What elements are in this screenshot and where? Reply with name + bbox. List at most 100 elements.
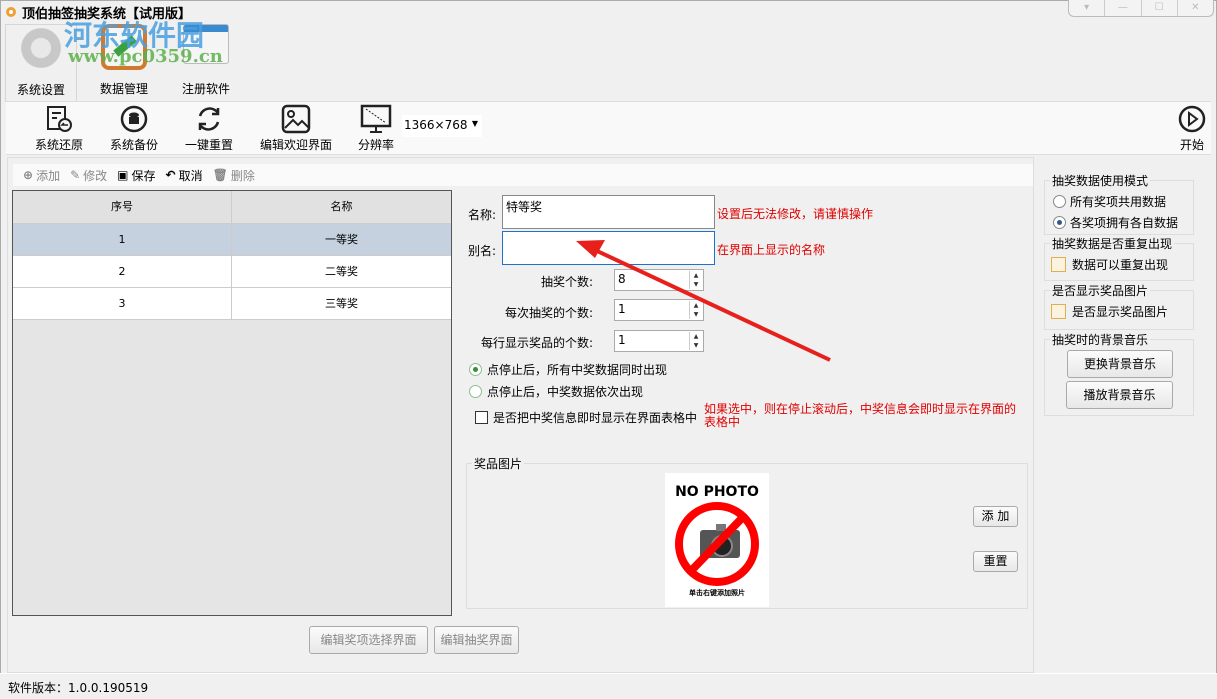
- edit-welcome-button[interactable]: 编辑欢迎界面: [256, 104, 336, 153]
- checkbox-indicator: [1051, 257, 1066, 272]
- floppy-icon: ▣: [117, 168, 129, 182]
- window-controls: ▾ — ☐ ✕: [1068, 0, 1214, 17]
- group-label: 抽奖数据是否重复出现: [1050, 235, 1175, 252]
- cell: 三等奖: [325, 297, 358, 310]
- radio-mode-own[interactable]: 各奖项拥有各自数据: [1053, 214, 1178, 231]
- per-draw-label: 每次抽奖的个数:: [505, 306, 594, 320]
- system-backup-button[interactable]: 系统备份: [107, 104, 161, 153]
- app-logo-icon: [6, 7, 16, 17]
- label: 系统还原: [34, 138, 83, 152]
- delete-button[interactable]: 🗑 删除: [213, 167, 255, 184]
- prize-table: 序号 名称 1 一等奖 2 二等奖 3 三等奖: [12, 190, 452, 616]
- table-row[interactable]: 1 一等奖: [13, 224, 451, 256]
- edit-select-screen-button[interactable]: 编辑奖项选择界面: [309, 626, 428, 654]
- one-click-reset-button[interactable]: 一键重置: [182, 104, 236, 153]
- column-header-name[interactable]: 名称: [232, 191, 451, 223]
- start-button[interactable]: 开始: [1176, 104, 1208, 153]
- show-in-table-checkbox[interactable]: 是否把中奖信息即时显示在界面表格中: [475, 409, 697, 426]
- table-row[interactable]: 3 三等奖: [13, 288, 451, 320]
- change-music-button[interactable]: 更换背景音乐: [1067, 350, 1173, 378]
- chevron-down-icon: ▼: [471, 119, 478, 128]
- spin-arrows-icon[interactable]: ▲ ▼: [689, 301, 702, 319]
- edit-draw-screen-button[interactable]: 编辑抽奖界面: [434, 626, 519, 654]
- edit-button[interactable]: ✎ 修改: [70, 167, 107, 184]
- spin-arrows-icon[interactable]: ▲ ▼: [689, 271, 702, 289]
- radio-show-all[interactable]: 点停止后，所有中奖数据同时出现: [469, 361, 667, 378]
- no-camera-icon: [675, 502, 759, 586]
- label: 删除: [230, 168, 255, 183]
- column-header-index[interactable]: 序号: [13, 191, 232, 223]
- tab-label: 注册软件: [181, 82, 230, 96]
- radio-show-sequential[interactable]: 点停止后，中奖数据依次出现: [469, 383, 643, 400]
- gear-icon: [18, 25, 64, 71]
- show-image-checkbox[interactable]: 是否显示奖品图片: [1051, 303, 1168, 320]
- group-label: 奖品图片: [472, 455, 525, 472]
- label: 添加: [36, 168, 61, 183]
- value: 1: [618, 302, 626, 316]
- status-bar: 软件版本：1.0.0.190519: [0, 673, 1217, 699]
- record-toolbar: ⊕ 添加 ✎ 修改 ▣ 保存 ↶ 取消 🗑 删除: [13, 164, 1033, 186]
- alias-label: 别名:: [468, 244, 497, 258]
- per-row-stepper[interactable]: 1 ▲ ▼: [614, 330, 704, 352]
- draw-count-label: 抽奖个数:: [541, 275, 594, 289]
- radio-mode-shared[interactable]: 所有奖项共用数据: [1053, 193, 1166, 210]
- resolution-value: 1366×768: [404, 118, 468, 132]
- resolution-select[interactable]: 1366×768 ▼: [402, 115, 482, 137]
- radio-indicator: [1053, 195, 1066, 208]
- table-header: 序号 名称: [13, 191, 451, 224]
- alias-input[interactable]: [502, 231, 715, 265]
- label: 点停止后，所有中奖数据同时出现: [487, 363, 668, 377]
- restore-icon: [47, 106, 72, 132]
- photo-add-button[interactable]: 添 加: [973, 506, 1018, 527]
- draw-count-stepper[interactable]: 8 ▲ ▼: [614, 269, 704, 291]
- cell: 一等奖: [325, 233, 358, 246]
- value: 1: [618, 333, 626, 347]
- label: 一键重置: [184, 138, 233, 152]
- play-music-button[interactable]: 播放背景音乐: [1066, 381, 1173, 409]
- system-restore-button[interactable]: 系统还原: [32, 104, 86, 153]
- minimize-button[interactable]: —: [1105, 0, 1142, 16]
- cancel-button[interactable]: ↶ 取消: [166, 167, 203, 184]
- label: 系统备份: [109, 138, 158, 152]
- trash-icon: 🗑: [212, 168, 228, 182]
- value: 8: [618, 272, 626, 286]
- maximize-button[interactable]: ☐: [1142, 0, 1178, 16]
- label: 保存: [131, 168, 156, 183]
- menu-button[interactable]: ▾: [1069, 0, 1106, 16]
- label: 开始: [1179, 138, 1204, 152]
- tab-system-settings[interactable]: 系统设置: [5, 24, 77, 102]
- play-icon: [1178, 105, 1206, 133]
- resolution-button[interactable]: 分辨率: [354, 104, 398, 153]
- table-row[interactable]: 2 二等奖: [13, 256, 451, 288]
- save-button[interactable]: ▣ 保存: [117, 167, 155, 184]
- photo-reset-button[interactable]: 重置: [973, 551, 1018, 572]
- repeat-checkbox[interactable]: 数据可以重复出现: [1051, 256, 1168, 273]
- label: 是否显示奖品图片: [1072, 305, 1169, 319]
- label: 编辑欢迎界面: [259, 138, 332, 152]
- per-row-label: 每行显示奖品的个数:: [481, 336, 594, 350]
- group-label: 是否显示奖品图片: [1050, 282, 1151, 299]
- cell: 3: [13, 288, 232, 319]
- name-hint: 设置后无法修改，请谨慎操作: [717, 207, 874, 221]
- undo-icon: ↶: [165, 168, 176, 182]
- radio-indicator: [469, 363, 482, 376]
- group-label: 抽奖时的背景音乐: [1050, 331, 1151, 348]
- watermark-url: www.pc0359.cn: [68, 46, 223, 67]
- label: 所有奖项共用数据: [1070, 195, 1167, 209]
- per-draw-stepper[interactable]: 1 ▲ ▼: [614, 299, 704, 321]
- spin-arrows-icon[interactable]: ▲ ▼: [689, 332, 702, 350]
- label: 取消: [178, 168, 203, 183]
- plus-icon: ⊕: [23, 168, 34, 182]
- close-button[interactable]: ✕: [1178, 0, 1213, 16]
- add-button[interactable]: ⊕ 添加: [23, 167, 60, 184]
- prize-photo[interactable]: NO PHOTO 单击右键添加照片: [665, 473, 769, 607]
- name-input[interactable]: 特等奖: [502, 195, 715, 229]
- cell: 二等奖: [325, 265, 358, 278]
- tab-label: 系统设置: [16, 83, 65, 97]
- label: 各奖项拥有各自数据: [1070, 216, 1179, 230]
- radio-indicator: [1053, 216, 1066, 229]
- photo-caption: 单击右键添加照片: [689, 589, 745, 597]
- pencil-icon: ✎: [70, 168, 81, 182]
- label: 修改: [83, 168, 108, 183]
- tab-label: 数据管理: [99, 82, 148, 96]
